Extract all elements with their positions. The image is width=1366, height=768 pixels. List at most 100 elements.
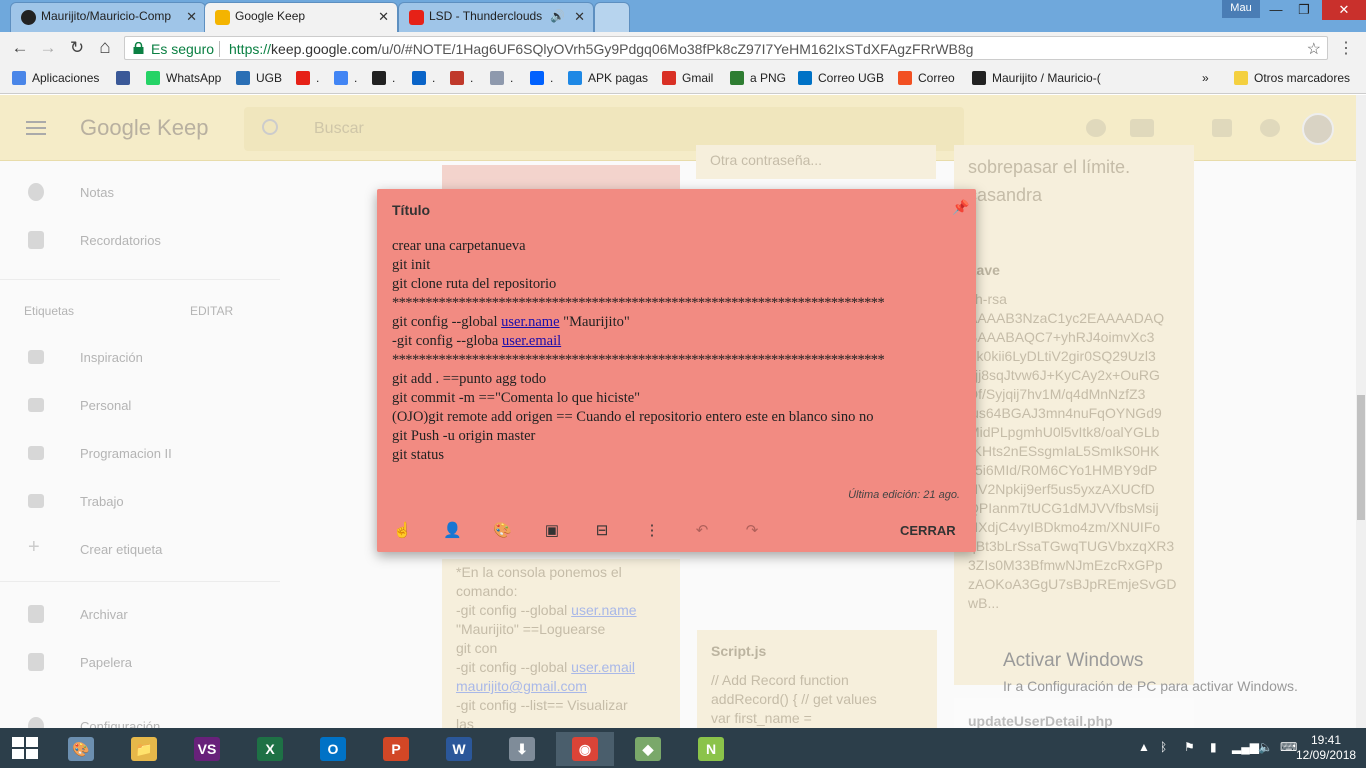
taskbar-app-paint[interactable]: 🎨 — [52, 732, 110, 766]
bookmark-item[interactable]: . — [530, 71, 553, 85]
sidebar-item-create-label[interactable]: + Crear etiqueta — [0, 530, 280, 570]
close-window-button[interactable]: ✕ — [1322, 0, 1366, 20]
other-bookmarks-folder[interactable]: Otros marcadores — [1234, 71, 1350, 85]
bookmark-item[interactable]: . — [490, 71, 513, 85]
clock[interactable]: 19:41 12/09/2018 — [1296, 733, 1356, 763]
archive-icon[interactable]: ⊟ — [593, 522, 611, 540]
home-button[interactable]: ⌂ — [95, 38, 115, 58]
bookmark-item[interactable]: Aplicaciones — [12, 71, 99, 85]
scrollbar-thumb[interactable] — [1357, 395, 1365, 520]
language-icon[interactable]: ⌨ — [1280, 740, 1297, 754]
bookmark-item[interactable]: a PNG — [730, 71, 786, 85]
tab-close-icon[interactable]: ✕ — [186, 9, 197, 25]
undo-icon[interactable]: ↶ — [693, 522, 711, 540]
background-note-card[interactable]: Otra contraseña... — [696, 145, 936, 179]
taskbar-app-notepad-plus[interactable]: N — [682, 732, 740, 766]
bookmark-item[interactable]: Correo UGB — [798, 71, 884, 85]
forward-button[interactable]: → — [38, 38, 58, 58]
edit-labels-button[interactable]: EDITAR — [190, 304, 233, 318]
tab-close-icon[interactable]: ✕ — [378, 9, 389, 25]
bookmark-item[interactable]: Correo — [898, 71, 955, 85]
redo-icon[interactable]: ↷ — [743, 522, 761, 540]
bookmark-item[interactable] — [116, 71, 136, 85]
bookmark-item[interactable]: . — [372, 71, 395, 85]
reminder-icon[interactable]: ☝ — [393, 522, 412, 540]
bookmark-star-icon[interactable]: ☆ — [1307, 39, 1321, 59]
background-note-card-key[interactable]: sobrepasar el límite. casandra Lave sh-r… — [954, 145, 1194, 685]
taskbar-app-excel[interactable]: X — [241, 732, 299, 766]
url-text[interactable]: https://keep.google.com/u/0/#NOTE/1Hag6U… — [229, 41, 973, 57]
sidebar-item-settings[interactable]: Configuración — [0, 707, 280, 728]
image-icon[interactable]: ▣ — [543, 522, 561, 540]
network-icon[interactable]: ▂▄▆ — [1232, 740, 1259, 754]
sidebar-item-reminders[interactable]: Recordatorios — [0, 221, 280, 261]
collaborator-icon[interactable]: 👤 — [443, 522, 462, 540]
sidebar-item-trabajo[interactable]: Trabajo — [0, 482, 280, 522]
sidebar-item-notes[interactable]: Notas — [0, 173, 280, 213]
profile-badge[interactable]: Mau — [1222, 0, 1260, 18]
sidebar-item-archive[interactable]: Archivar — [0, 595, 280, 635]
bookmarks-overflow-button[interactable]: » — [1202, 71, 1209, 85]
list-view-icon[interactable] — [1130, 119, 1154, 137]
tab-google-keep[interactable]: Google Keep ✕ — [204, 2, 398, 32]
new-tab-button[interactable] — [594, 2, 630, 32]
start-button[interactable] — [12, 737, 38, 759]
taskbar-app-installer[interactable]: ⬇ — [493, 732, 551, 766]
refresh-icon[interactable] — [1086, 119, 1106, 137]
note-title-field[interactable]: Título — [392, 202, 430, 218]
taskbar-app-outlook[interactable]: O — [304, 732, 362, 766]
flag-icon[interactable]: ⚑ — [1184, 740, 1195, 754]
back-button[interactable]: ← — [10, 38, 30, 58]
page-scrollbar[interactable] — [1356, 95, 1366, 728]
bluetooth-icon[interactable]: ᛒ — [1160, 740, 1167, 754]
tab-github[interactable]: Maurijito/Mauricio-Comp ✕ — [10, 2, 206, 32]
battery-icon[interactable]: ▮ — [1210, 740, 1217, 754]
apps-grid-icon[interactable] — [1212, 119, 1232, 137]
avatar[interactable] — [1302, 113, 1334, 145]
speaker-icon[interactable]: 🔊 — [550, 9, 565, 23]
palette-icon[interactable]: 🎨 — [493, 522, 512, 540]
reload-button[interactable]: ↻ — [67, 38, 87, 58]
bookmark-item[interactable]: . — [450, 71, 473, 85]
note-link[interactable]: user.email — [571, 659, 635, 675]
bookmark-item[interactable]: . — [412, 71, 435, 85]
pin-icon[interactable]: 📌 — [952, 199, 969, 216]
taskbar-app-file-explorer[interactable]: 📁 — [115, 732, 173, 766]
secure-label[interactable]: Es seguro — [151, 41, 214, 57]
notifications-icon[interactable] — [1260, 119, 1280, 137]
sidebar-item-trash[interactable]: Papelera — [0, 643, 280, 683]
maximize-button[interactable]: ❐ — [1288, 0, 1320, 20]
main-menu-icon[interactable] — [26, 121, 46, 135]
volume-icon[interactable]: 🔈 — [1258, 740, 1273, 754]
bookmark-item[interactable]: APK pagas — [568, 71, 648, 85]
bookmark-item[interactable]: Gmail — [662, 71, 713, 85]
taskbar-app-chrome[interactable]: ◉ — [556, 732, 614, 766]
taskbar-app-word[interactable]: W — [430, 732, 488, 766]
keep-logo[interactable]: Google Keep — [80, 115, 208, 141]
url-field[interactable]: Es seguro https://keep.google.com/u/0/#N… — [124, 36, 1328, 60]
sidebar-item-inspiracion[interactable]: Inspiración — [0, 338, 280, 378]
note-body-field[interactable]: crear una carpetanueva git init git clone … — [392, 237, 967, 465]
background-note-card-script[interactable]: Script.js // Add Record function addReco… — [697, 630, 937, 728]
note-link[interactable]: user.email — [502, 333, 561, 349]
note-link[interactable]: maurijito@gmail.com — [456, 678, 587, 694]
bookmark-item[interactable]: WhatsApp — [146, 71, 221, 85]
background-note-card[interactable] — [442, 165, 680, 189]
bookmark-item[interactable]: Maurijito / Mauricio-( — [972, 71, 1101, 85]
close-note-button[interactable]: CERRAR — [900, 523, 956, 538]
note-link[interactable]: user.name — [571, 602, 636, 618]
tray-overflow-icon[interactable]: ▲ — [1138, 740, 1150, 754]
taskbar-app-git-gui[interactable]: ◆ — [619, 732, 677, 766]
bookmark-item[interactable]: . — [296, 71, 319, 85]
bookmark-item[interactable]: UGB — [236, 71, 282, 85]
sidebar-item-programacion[interactable]: Programacion II — [0, 434, 280, 474]
tab-youtube[interactable]: LSD - Thunderclouds 🔊 ✕ — [398, 2, 594, 32]
chrome-menu-icon[interactable]: ⋮ — [1338, 38, 1354, 58]
background-note-card-update[interactable]: updateUserDetail.php — [954, 698, 1194, 728]
background-note-card-console[interactable]: *En la consola ponemos el comando: -git … — [442, 559, 680, 728]
taskbar-app-powerpoint[interactable]: P — [367, 732, 425, 766]
note-link[interactable]: user.name — [501, 314, 559, 330]
tab-close-icon[interactable]: ✕ — [574, 9, 585, 25]
more-options-icon[interactable]: ⋮ — [643, 522, 661, 540]
taskbar-app-visual-studio[interactable]: VS — [178, 732, 236, 766]
